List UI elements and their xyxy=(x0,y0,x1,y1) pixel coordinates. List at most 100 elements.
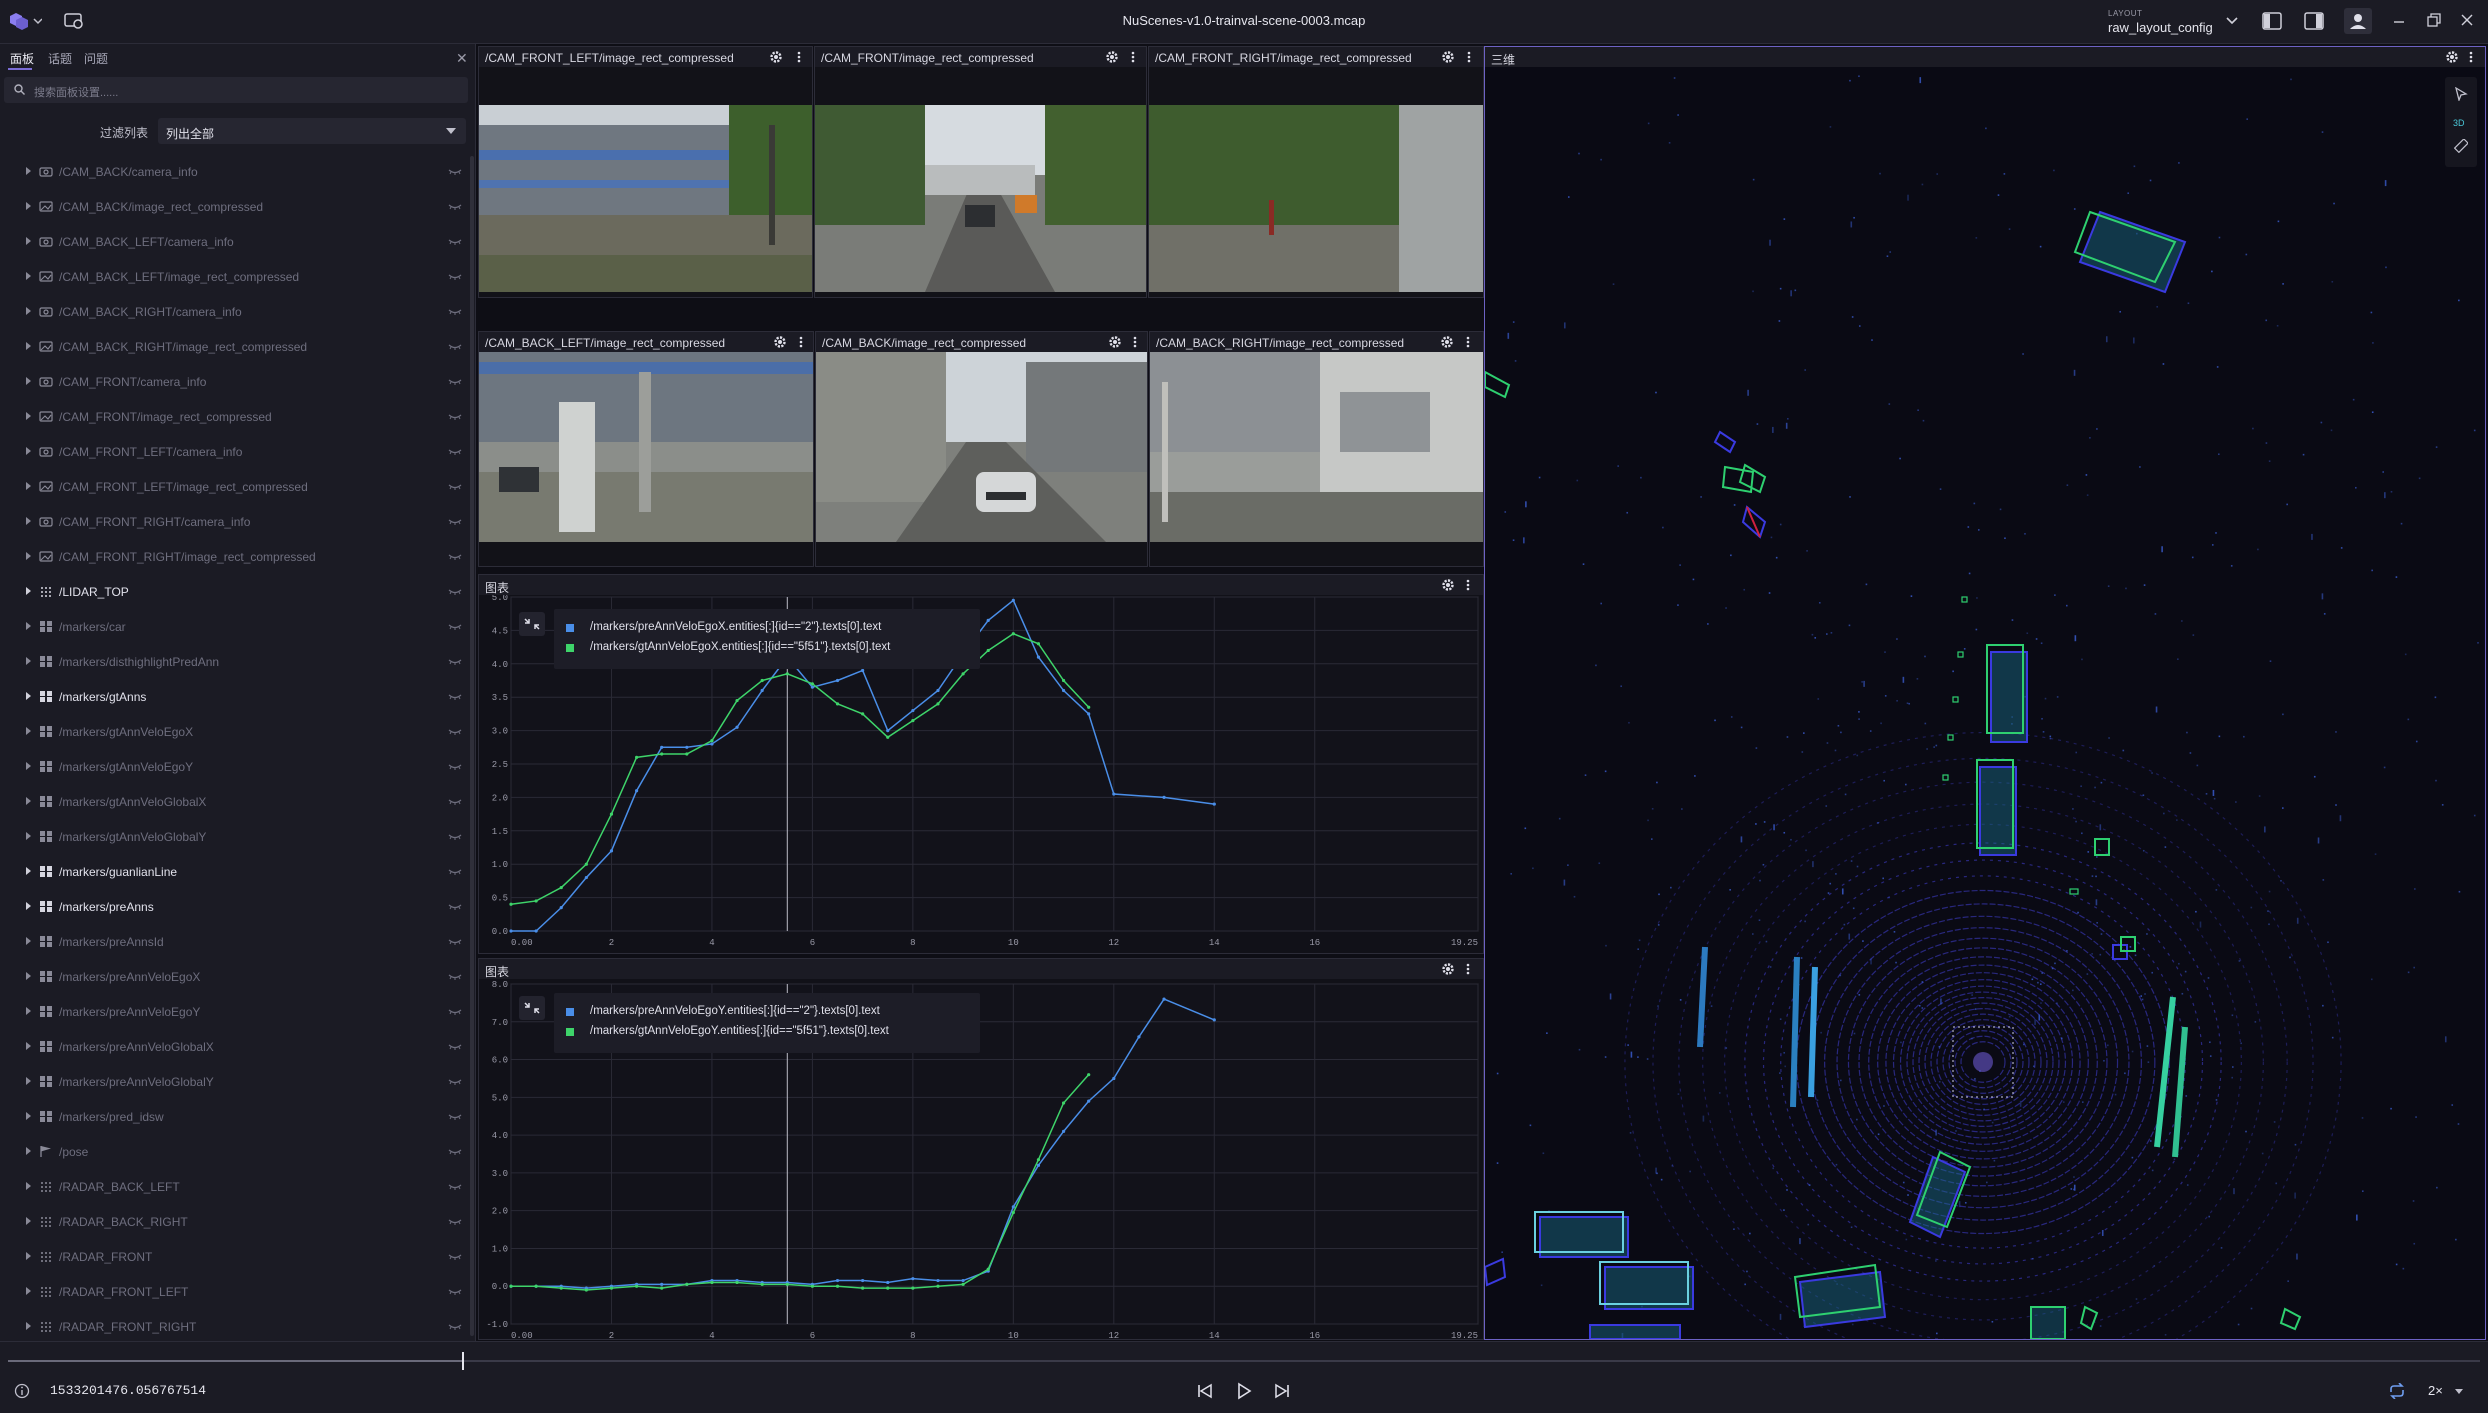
expand-caret-icon[interactable] xyxy=(26,867,31,875)
ruler-icon[interactable] xyxy=(2454,139,2468,153)
topic-row[interactable]: /markers/pred_idsw xyxy=(0,1101,476,1136)
user-avatar[interactable] xyxy=(2344,8,2372,34)
app-logo-icon[interactable] xyxy=(8,12,42,32)
topic-row[interactable]: /CAM_FRONT_RIGHT/image_rect_compressed xyxy=(0,541,476,576)
visibility-toggle-icon[interactable] xyxy=(448,1251,462,1261)
visibility-toggle-icon[interactable] xyxy=(448,446,462,456)
bounding-box[interactable] xyxy=(1599,1261,1694,1310)
timeline-handle[interactable] xyxy=(461,1352,464,1370)
expand-caret-icon[interactable] xyxy=(26,622,31,630)
gear-icon[interactable] xyxy=(1441,50,1455,64)
topic-row[interactable]: /markers/guanlianLine xyxy=(0,856,476,891)
expand-caret-icon[interactable] xyxy=(26,1077,31,1085)
visibility-toggle-icon[interactable] xyxy=(448,1321,462,1331)
expand-caret-icon[interactable] xyxy=(26,1007,31,1015)
expand-caret-icon[interactable] xyxy=(26,447,31,455)
visibility-toggle-icon[interactable] xyxy=(448,656,462,666)
chevron-down-icon[interactable] xyxy=(2454,1388,2464,1396)
expand-caret-icon[interactable] xyxy=(26,377,31,385)
more-options-icon[interactable] xyxy=(799,335,803,349)
visibility-toggle-icon[interactable] xyxy=(448,831,462,841)
topic-row[interactable]: /RADAR_FRONT_LEFT xyxy=(0,1276,476,1311)
expand-caret-icon[interactable] xyxy=(26,1182,31,1190)
more-options-icon[interactable] xyxy=(1133,335,1137,349)
visibility-toggle-icon[interactable] xyxy=(448,866,462,876)
visibility-toggle-icon[interactable] xyxy=(448,1111,462,1121)
loop-icon[interactable] xyxy=(2388,1383,2406,1399)
visibility-toggle-icon[interactable] xyxy=(448,341,462,351)
tab-problems[interactable]: 问题 xyxy=(84,50,108,67)
visibility-toggle-icon[interactable] xyxy=(448,796,462,806)
toggle-right-sidebar-icon[interactable] xyxy=(2304,12,2324,30)
expand-caret-icon[interactable] xyxy=(26,587,31,595)
topic-row[interactable]: /RADAR_BACK_LEFT xyxy=(0,1171,476,1206)
lidar-pointcloud-view[interactable] xyxy=(1485,67,2485,1339)
expand-caret-icon[interactable] xyxy=(26,692,31,700)
gear-icon[interactable] xyxy=(1441,578,1455,592)
visibility-toggle-icon[interactable] xyxy=(448,271,462,281)
topic-row[interactable]: /markers/preAnnVeloEgoY xyxy=(0,996,476,1031)
toggle-left-sidebar-icon[interactable] xyxy=(2262,12,2282,30)
expand-caret-icon[interactable] xyxy=(26,727,31,735)
visibility-toggle-icon[interactable] xyxy=(448,761,462,771)
expand-caret-icon[interactable] xyxy=(26,762,31,770)
visibility-toggle-icon[interactable] xyxy=(448,936,462,946)
visibility-toggle-icon[interactable] xyxy=(448,1006,462,1016)
topic-row[interactable]: /CAM_BACK_RIGHT/image_rect_compressed xyxy=(0,331,476,366)
expand-caret-icon[interactable] xyxy=(26,272,31,280)
expand-caret-icon[interactable] xyxy=(26,307,31,315)
visibility-toggle-icon[interactable] xyxy=(448,551,462,561)
expand-caret-icon[interactable] xyxy=(26,937,31,945)
restore-icon[interactable] xyxy=(2426,12,2442,28)
expand-caret-icon[interactable] xyxy=(26,1322,31,1330)
tab-panel[interactable]: 面板 xyxy=(10,50,34,67)
visibility-toggle-icon[interactable] xyxy=(448,376,462,386)
gear-icon[interactable] xyxy=(1105,50,1119,64)
play-icon[interactable] xyxy=(1235,1382,1253,1400)
visibility-toggle-icon[interactable] xyxy=(448,201,462,211)
expand-caret-icon[interactable] xyxy=(26,167,31,175)
expand-caret-icon[interactable] xyxy=(26,902,31,910)
collapse-legend-button[interactable] xyxy=(519,996,545,1020)
bounding-box[interactable] xyxy=(1534,1211,1629,1258)
expand-caret-icon[interactable] xyxy=(26,972,31,980)
seek-backward-icon[interactable] xyxy=(1196,1382,1214,1400)
gear-icon[interactable] xyxy=(769,50,783,64)
data-source-icon[interactable] xyxy=(64,12,84,30)
more-options-icon[interactable] xyxy=(1466,962,1470,976)
gear-icon[interactable] xyxy=(2445,50,2459,64)
topic-row[interactable]: /CAM_FRONT/image_rect_compressed xyxy=(0,401,476,436)
topic-row[interactable]: /LIDAR_TOP xyxy=(0,576,476,611)
visibility-toggle-icon[interactable] xyxy=(448,516,462,526)
visibility-toggle-icon[interactable] xyxy=(448,726,462,736)
topic-row[interactable]: /markers/gtAnns xyxy=(0,681,476,716)
bounding-box[interactable] xyxy=(1589,1324,1681,1339)
visibility-toggle-icon[interactable] xyxy=(448,971,462,981)
visibility-toggle-icon[interactable] xyxy=(448,1181,462,1191)
expand-caret-icon[interactable] xyxy=(26,1287,31,1295)
minimize-icon[interactable] xyxy=(2392,14,2406,28)
expand-caret-icon[interactable] xyxy=(26,657,31,665)
timeline-scrubber[interactable] xyxy=(8,1352,2480,1370)
seek-forward-icon[interactable] xyxy=(1273,1382,1291,1400)
expand-caret-icon[interactable] xyxy=(26,482,31,490)
visibility-toggle-icon[interactable] xyxy=(448,586,462,596)
tab-topics[interactable]: 话题 xyxy=(48,50,72,67)
topic-row[interactable]: /markers/preAnnVeloGlobalX xyxy=(0,1031,476,1066)
topic-row[interactable]: /markers/gtAnnVeloEgoX xyxy=(0,716,476,751)
more-options-icon[interactable] xyxy=(2469,50,2473,64)
topic-row[interactable]: /CAM_FRONT/camera_info xyxy=(0,366,476,401)
bounding-box[interactable] xyxy=(2030,1306,2066,1339)
topic-row[interactable]: /pose xyxy=(0,1136,476,1171)
visibility-toggle-icon[interactable] xyxy=(448,306,462,316)
topic-row[interactable]: /CAM_FRONT_RIGHT/camera_info xyxy=(0,506,476,541)
topic-row[interactable]: /RADAR_BACK_RIGHT xyxy=(0,1206,476,1241)
expand-caret-icon[interactable] xyxy=(26,552,31,560)
expand-caret-icon[interactable] xyxy=(26,797,31,805)
sidebar-scrollbar[interactable] xyxy=(470,156,474,1336)
topic-row[interactable]: /CAM_BACK_LEFT/camera_info xyxy=(0,226,476,261)
more-options-icon[interactable] xyxy=(1466,578,1470,592)
topic-row[interactable]: /CAM_FRONT_LEFT/camera_info xyxy=(0,436,476,471)
visibility-toggle-icon[interactable] xyxy=(448,1146,462,1156)
topic-row[interactable]: /CAM_BACK/camera_info xyxy=(0,156,476,191)
